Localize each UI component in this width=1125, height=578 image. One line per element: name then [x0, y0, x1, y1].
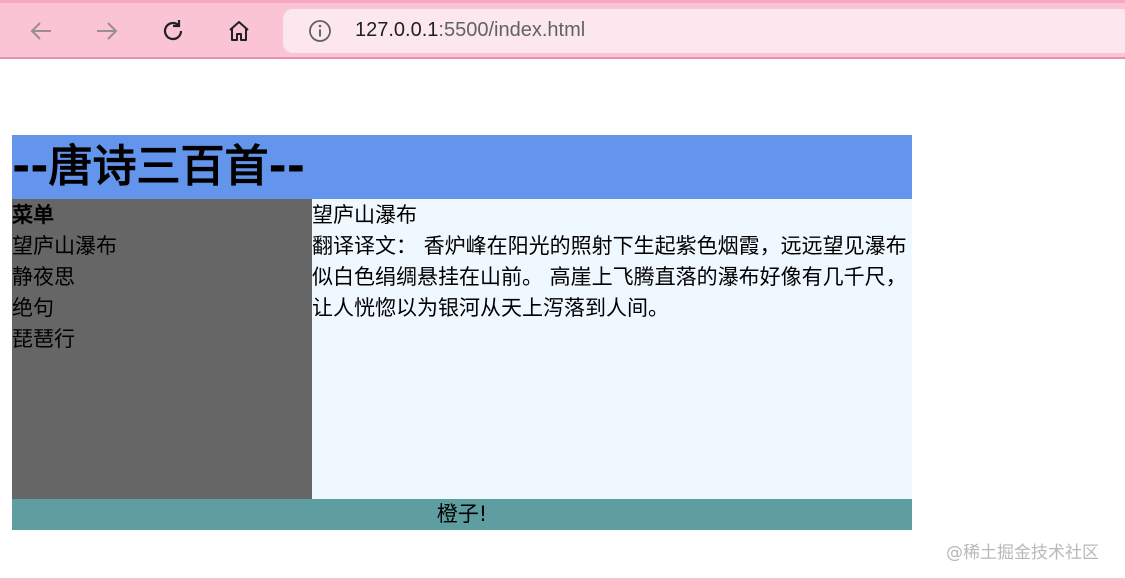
info-icon[interactable]: [308, 19, 332, 43]
url-text[interactable]: 127.0.0.1:5500/index.html: [355, 19, 585, 42]
forward-button[interactable]: [90, 14, 124, 48]
page-middle: 菜单 望庐山瀑布 静夜思 绝句 琵琶行 望庐山瀑布 翻译译文： 香炉峰在阳光的照…: [12, 199, 912, 499]
watermark-text: @稀土掘金技术社区: [946, 543, 1099, 563]
menu-item-jingyesi[interactable]: 静夜思: [12, 262, 312, 293]
reload-icon: [163, 20, 183, 41]
menu-item-pipaxing[interactable]: 琵琶行: [12, 324, 312, 355]
menu-title: 菜单: [12, 203, 54, 227]
arrow-left-icon: [30, 22, 51, 40]
poem-title: 望庐山瀑布: [312, 203, 417, 227]
address-bar[interactable]: 127.0.0.1:5500/index.html: [283, 9, 1125, 53]
url-host: 127.0.0.1: [355, 19, 439, 41]
home-icon: [229, 21, 249, 41]
poem-translation: 翻译译文： 香炉峰在阳光的照射下生起紫色烟霞，远远望见瀑布似白色绢绸悬挂在山前。…: [312, 234, 907, 320]
home-button[interactable]: [222, 14, 256, 48]
content-area: 望庐山瀑布 翻译译文： 香炉峰在阳光的照射下生起紫色烟霞，远远望见瀑布似白色绢绸…: [312, 199, 912, 499]
menu-sidebar: 菜单 望庐山瀑布 静夜思 绝句 琵琶行: [12, 199, 312, 499]
page-title: --唐诗三百首--: [12, 141, 306, 192]
arrow-right-icon: [97, 22, 118, 40]
menu-item-jueju[interactable]: 绝句: [12, 293, 312, 324]
page-footer: 橙子!: [12, 499, 912, 530]
page-header: --唐诗三百首--: [12, 135, 912, 199]
browser-toolbar: 127.0.0.1:5500/index.html: [0, 0, 1125, 59]
reload-button[interactable]: [156, 14, 190, 48]
menu-item-wanglushanpubu[interactable]: 望庐山瀑布: [12, 231, 312, 262]
page-container: --唐诗三百首-- 菜单 望庐山瀑布 静夜思 绝句 琵琶行 望庐山瀑布 翻译译文…: [12, 135, 912, 530]
back-button[interactable]: [24, 14, 58, 48]
url-path: :5500/index.html: [438, 19, 586, 41]
